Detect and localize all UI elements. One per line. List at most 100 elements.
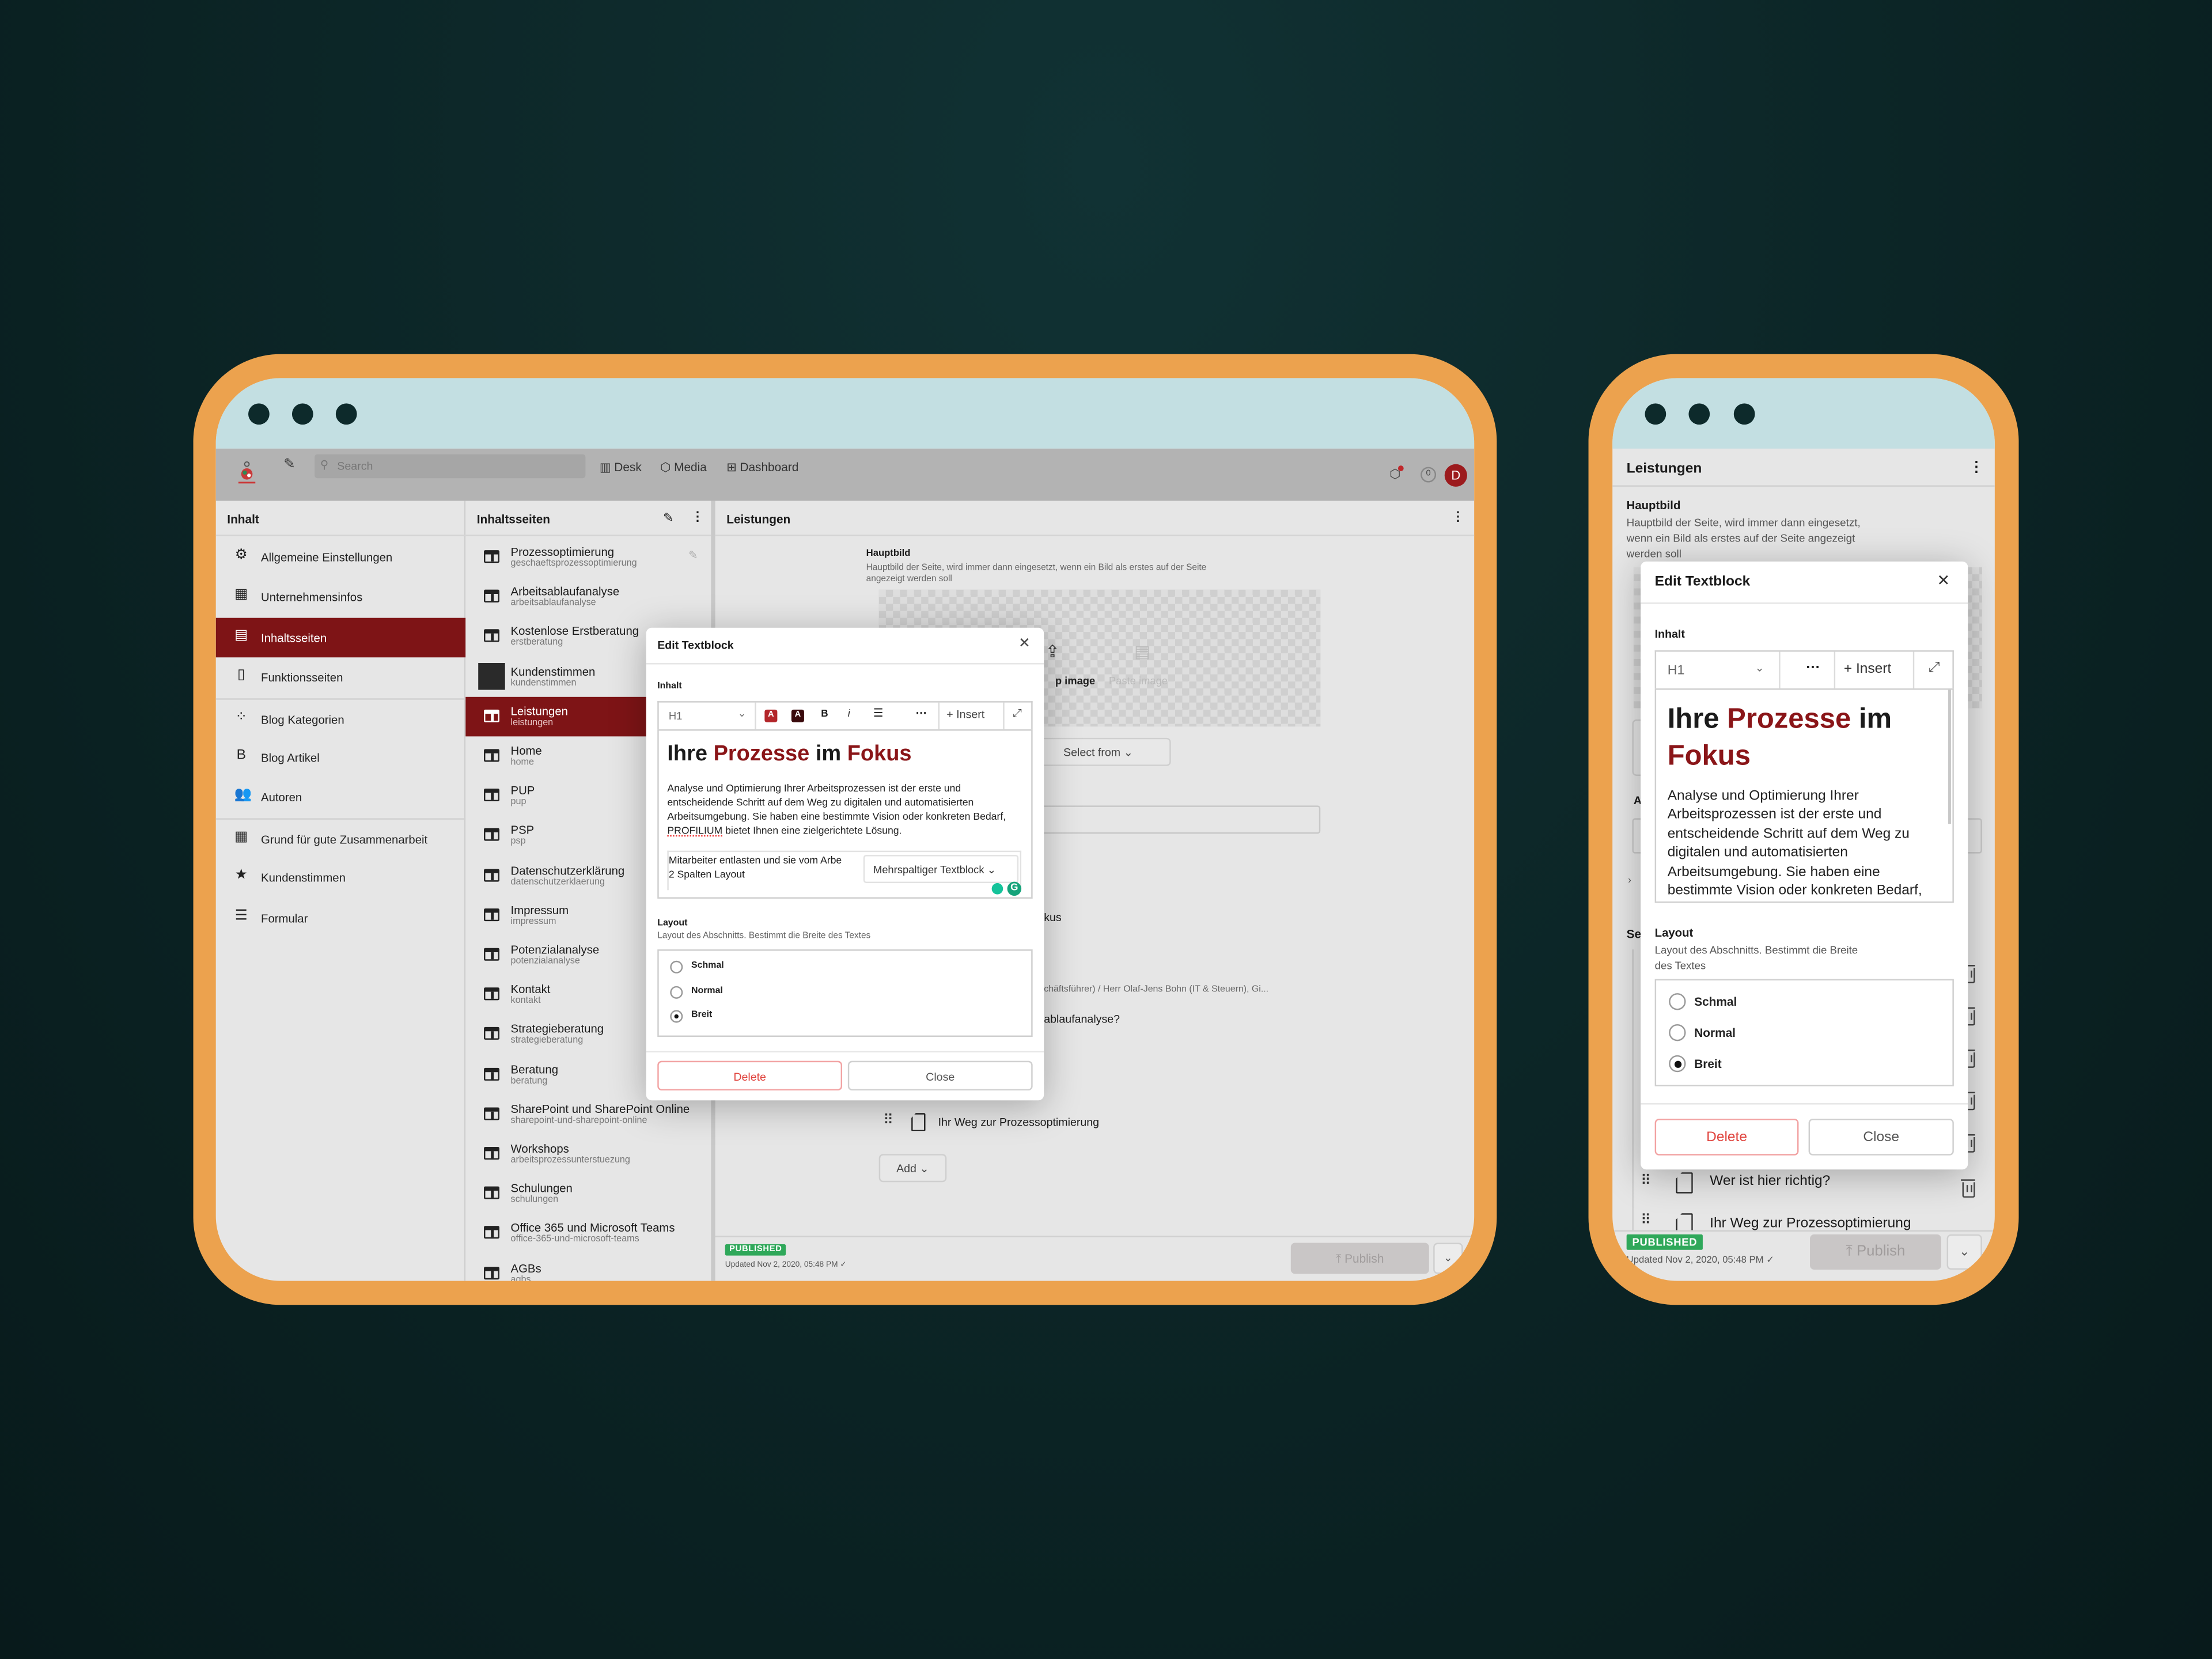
notification-count[interactable]: 0 [1421, 467, 1437, 483]
page-icon [484, 1147, 499, 1160]
radio-breit[interactable] [1669, 1055, 1686, 1073]
drag-handle-icon[interactable]: ⠿ [1641, 1213, 1651, 1229]
drag-handle-icon[interactable]: ⠿ [1641, 1174, 1651, 1190]
grammar-bulb-icon[interactable] [991, 883, 1003, 895]
bold-icon[interactable]: B [821, 710, 828, 719]
radio-label-breit[interactable]: Breit [1694, 1056, 1721, 1070]
compose-icon[interactable]: ✎ [283, 457, 296, 472]
nav-media[interactable]: ⬡ Media [660, 460, 707, 475]
section-row-title[interactable]: kus [1044, 911, 1061, 924]
page-slug: arbeitsprozessunterstuezung [510, 1155, 630, 1165]
close-icon[interactable]: ✕ [1018, 636, 1031, 652]
window-dot-minimize[interactable] [1688, 403, 1710, 425]
close-button[interactable]: Close [1808, 1119, 1954, 1156]
page-list-item[interactable]: Prozessoptimierung geschaeftsprozessoptim… [465, 537, 711, 577]
nav-desk[interactable]: ▥ Desk [600, 460, 642, 475]
sidebar-item-grund-f-r-gute-zusammenarbeit[interactable]: ▦ Grund für gute Zusammenarbeit [215, 817, 466, 858]
grammarly-icon[interactable]: G [1007, 881, 1022, 896]
compose-page-icon[interactable]: ✎ [663, 511, 673, 527]
rich-text-editor[interactable]: Ihre Prozesse im Fokus Analyse und Optim… [1654, 688, 1954, 903]
page-slug: geschaeftsprozessoptimierung [510, 558, 637, 569]
page-list-item[interactable]: Arbeitsablaufanalyse arbeitsablaufanalyse [465, 577, 711, 617]
sidebar-item-formular[interactable]: ☰ Formular [216, 898, 465, 938]
sidebar-item-funktionsseiten[interactable]: ▯ Funktionsseiten [216, 658, 465, 698]
plus-icon: + [946, 708, 957, 721]
radio-label-schmal[interactable]: Schmal [1694, 994, 1737, 1008]
mobile-publish-options-button[interactable]: ⌄ [1946, 1234, 1982, 1270]
bullet-list-icon[interactable]: ☰ [873, 707, 884, 719]
radio-label-normal[interactable]: Normal [1694, 1025, 1736, 1039]
window-dot-minimize[interactable] [291, 403, 313, 425]
window-dot-close[interactable] [1645, 403, 1666, 425]
italic-icon[interactable]: i [848, 710, 850, 719]
section-row-title[interactable]: chäftsführer) / Herr Olaf-Jens Bohn (IT … [1044, 985, 1268, 995]
brand-logo[interactable] [237, 460, 256, 485]
sidebar-item-allgemeine-einstellungen[interactable]: ⚙ Allgemeine Einstellungen [216, 537, 465, 577]
radio-label-schmal[interactable]: Schmal [691, 961, 724, 971]
radio-label-breit[interactable]: Breit [691, 1010, 712, 1020]
rich-text-editor[interactable]: Ihre Prozesse im Fokus Analyse und Optim… [657, 729, 1033, 899]
insert-button[interactable]: + Insert [1844, 662, 1891, 677]
document-more-icon[interactable]: ⋮ [1452, 509, 1464, 525]
mobile-row-title[interactable]: Wer ist hier richtig? [1710, 1174, 1830, 1190]
trash-icon[interactable] [1960, 1179, 1975, 1198]
radio-normal[interactable] [670, 985, 683, 998]
mobile-row-title[interactable]: Ihr Weg zur Prozessoptimierung [1710, 1216, 1911, 1230]
block-type-select[interactable]: Mehrspaltiger Textblock ⌄ [863, 855, 1019, 884]
radio-schmal[interactable] [670, 960, 683, 974]
section-row-title[interactable]: ablaufanalyse? [1044, 1013, 1120, 1026]
mobile-expand-chevron-icon[interactable]: › [1628, 876, 1631, 886]
avatar[interactable]: D [1444, 464, 1467, 487]
sidebar-item-blog-artikel[interactable]: B Blog Artikel [216, 738, 465, 778]
sidebar-item-autoren[interactable]: 👥 Autoren [216, 778, 465, 817]
editor-scrollbar[interactable] [1948, 690, 1951, 824]
nav-dashboard[interactable]: ⊞ Dashboard [726, 460, 798, 475]
expand-icon[interactable]: ⤢ [1013, 707, 1022, 721]
delete-button[interactable]: Delete [1654, 1119, 1799, 1156]
more-options-icon[interactable]: ⋯ [915, 707, 927, 719]
search-input[interactable]: ⚲ Search [315, 454, 586, 479]
radio-label-normal[interactable]: Normal [691, 986, 723, 995]
page-list-item[interactable]: AGBs agbs [465, 1253, 711, 1281]
mobile-document-title: Leistungen [1626, 461, 1702, 477]
mobile-more-icon[interactable]: ⋮ [1969, 460, 1983, 475]
page-list-item[interactable]: Schulungen schulungen [465, 1174, 711, 1214]
chevron-down-icon[interactable]: ⌄ [738, 708, 746, 719]
nested-block[interactable]: Mitarbeiter entlasten und sie vom Arbe 2… [667, 850, 1022, 891]
sidebar-item-kundenstimmen[interactable]: ★ Kundenstimmen [216, 858, 465, 897]
sidebar-item-unternehmensinfos[interactable]: ▦ Unternehmensinfos [216, 578, 465, 618]
drag-handle-icon[interactable]: ⠿ [883, 1112, 893, 1128]
radio-normal[interactable] [1669, 1024, 1686, 1041]
block-style-select[interactable]: H1 [669, 710, 682, 722]
page-list-item[interactable]: Workshops arbeitsprozessunterstuezung [465, 1134, 711, 1174]
radio-breit[interactable] [670, 1010, 683, 1023]
highlight-color-icon[interactable]: A [791, 709, 804, 722]
close-button[interactable]: Close [847, 1060, 1033, 1091]
more-icon[interactable]: ⋮ [691, 509, 704, 525]
radio-schmal[interactable] [1669, 993, 1686, 1010]
sidebar-item-blog-kategorien[interactable]: ⁘ Blog Kategorien [215, 698, 466, 737]
more-options-icon[interactable]: ⋯ [1806, 660, 1820, 676]
package-icon[interactable]: ⬡ [1389, 465, 1404, 483]
page-list-item[interactable]: Office 365 und Microsoft Teams office-365… [465, 1214, 711, 1253]
window-dot-maximize[interactable] [335, 403, 357, 425]
mobile-publish-button[interactable]: ⤒ Publish [1810, 1234, 1941, 1270]
delete-button[interactable]: Delete [657, 1060, 843, 1091]
text-color-icon[interactable]: A [764, 709, 778, 722]
publish-options-button[interactable]: ⌄ [1433, 1243, 1463, 1274]
page-icon [484, 1027, 499, 1040]
publish-button[interactable]: ⤒ Publish [1290, 1243, 1429, 1274]
add-button[interactable]: Add ⌄ [878, 1154, 947, 1183]
section-row-title[interactable]: Ihr Weg zur Prozessoptimierung [938, 1115, 1099, 1128]
close-icon[interactable]: ✕ [1937, 571, 1950, 589]
window-dot-close[interactable] [248, 403, 270, 425]
block-style-select[interactable]: H1 [1668, 663, 1685, 679]
block-type-label: Mehrspaltiger Textblock [873, 863, 984, 876]
expand-icon[interactable]: ⤢ [1929, 660, 1940, 676]
select-from-button[interactable]: Select from ⌄ [1025, 737, 1171, 766]
chevron-down-icon[interactable]: ⌄ [1755, 662, 1764, 675]
insert-button[interactable]: + Insert [946, 708, 984, 721]
edit-pencil-icon[interactable]: ✎ [688, 549, 698, 562]
sidebar-item-inhaltsseiten[interactable]: ▤ Inhaltsseiten [215, 618, 466, 657]
window-dot-maximize[interactable] [1733, 403, 1755, 425]
